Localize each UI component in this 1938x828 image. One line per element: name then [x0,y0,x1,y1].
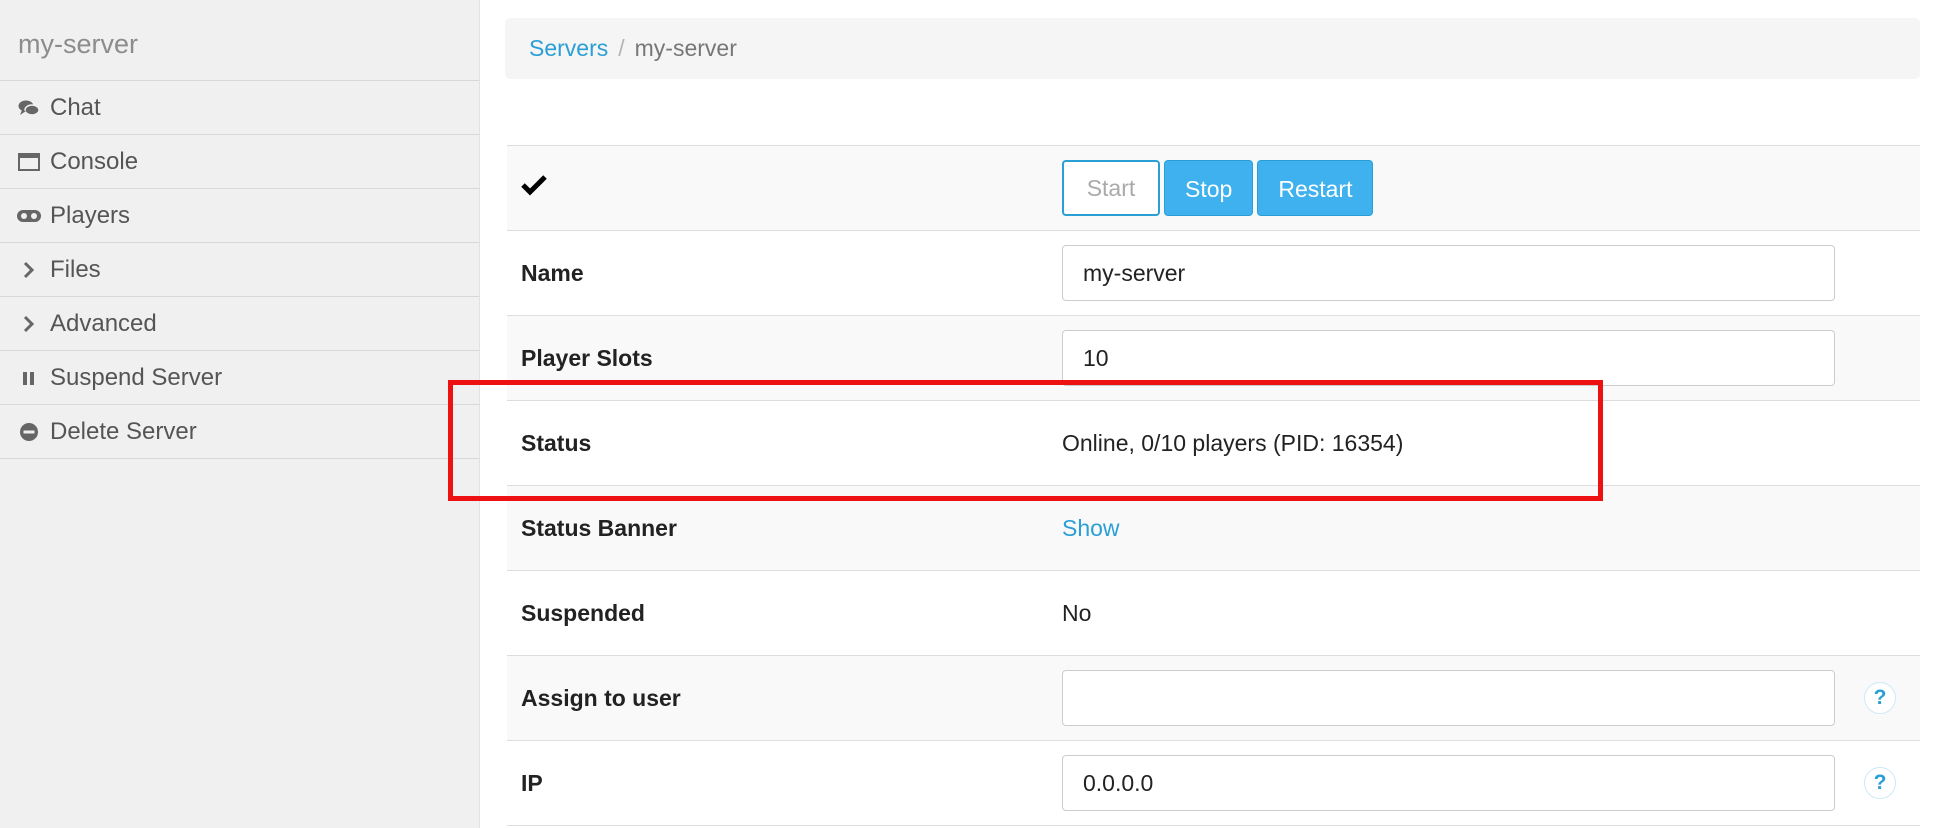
table-row: Start Stop Restart [507,145,1920,231]
restart-button[interactable]: Restart [1257,160,1374,216]
sidebar-item-advanced[interactable]: Advanced [0,297,479,351]
assign-user-label: Assign to user [507,655,1062,741]
table-row: IP ? [507,740,1920,826]
help-icon[interactable]: ? [1864,682,1896,714]
breadcrumb-current: my-server [634,35,737,61]
table-row: Assign to user ? [507,655,1920,741]
stop-button[interactable]: Stop [1164,160,1254,216]
breadcrumb-servers-link[interactable]: Servers [529,35,608,62]
chevron-right-icon [16,258,42,282]
table-row: Status Online, 0/10 players (PID: 16354) [507,400,1920,486]
breadcrumb-separator: / [618,35,625,61]
name-label: Name [507,230,1062,316]
checkmark-icon [521,175,547,201]
table-row: Suspended No [507,570,1920,656]
table-row: Status Banner Show [507,485,1920,571]
assign-user-field[interactable] [1062,670,1835,726]
ip-field[interactable] [1062,755,1835,811]
gamepad-icon [16,204,42,228]
main-content: Servers / my-server Start Stop Restart Nam… [505,0,1920,826]
sidebar-item-players[interactable]: Players [0,189,479,243]
sidebar-item-suspend-server[interactable]: Suspend Server [0,351,479,405]
chevron-right-icon [16,312,42,336]
sidebar-item-files[interactable]: Files [0,243,479,297]
help-icon[interactable]: ? [1864,767,1896,799]
sidebar-item-label: Advanced [50,309,157,337]
console-icon [16,150,42,174]
status-banner-label: Status Banner [507,485,1062,571]
name-field[interactable] [1062,245,1835,301]
player-slots-field[interactable] [1062,330,1835,386]
ip-label: IP [507,740,1062,826]
sidebar-item-label: Chat [50,93,101,121]
sidebar-item-chat[interactable]: Chat [0,81,479,135]
chat-icon [16,96,42,120]
suspended-value: No [1062,570,1840,656]
sidebar-item-label: Files [50,255,101,283]
table-row: Player Slots [507,315,1920,401]
breadcrumb: Servers / my-server [505,18,1920,79]
status-label: Status [507,400,1062,486]
sidebar-item-label: Delete Server [50,417,197,445]
start-button[interactable]: Start [1062,160,1160,216]
suspended-label: Suspended [507,570,1062,656]
table-row: Name [507,230,1920,316]
status-value: Online, 0/10 players (PID: 16354) [1062,400,1840,486]
pause-icon [16,366,42,390]
sidebar-item-delete-server[interactable]: Delete Server [0,405,479,459]
server-properties-table: StartStopRestart Name Player Slots Statu… [507,145,1920,826]
sidebar-title: my-server [0,0,479,81]
sidebar: my-server Chat Console Players Files Adv… [0,0,480,828]
minus-circle-icon [16,420,42,444]
sidebar-item-console[interactable]: Console [0,135,479,189]
sidebar-item-label: Players [50,201,131,229]
sidebar-item-label: Console [50,147,139,175]
status-banner-show-link[interactable]: Show [1062,515,1120,541]
sidebar-item-label: Suspend Server [50,363,223,391]
player-slots-label: Player Slots [507,315,1062,401]
